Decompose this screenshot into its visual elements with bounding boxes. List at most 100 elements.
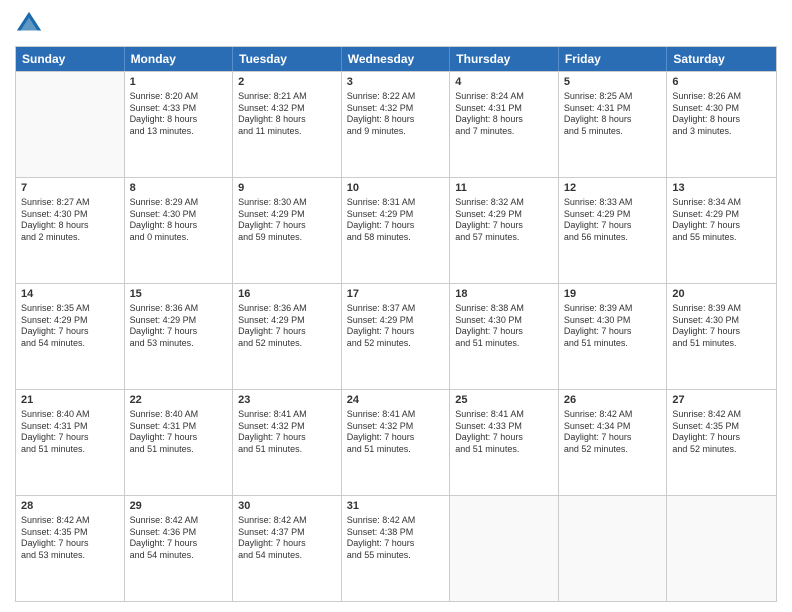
header-day-friday: Friday bbox=[559, 47, 668, 71]
cell-line: Sunrise: 8:42 AM bbox=[347, 515, 445, 527]
cell-line: Sunset: 4:32 PM bbox=[238, 103, 336, 115]
cell-line: Daylight: 7 hours bbox=[238, 432, 336, 444]
cell-line: Daylight: 7 hours bbox=[238, 326, 336, 338]
cell-line: Sunset: 4:29 PM bbox=[21, 315, 119, 327]
cell-line: and 52 minutes. bbox=[672, 444, 771, 456]
cell-line: and 11 minutes. bbox=[238, 126, 336, 138]
cell-line: Sunset: 4:29 PM bbox=[564, 209, 662, 221]
cell-line: Daylight: 7 hours bbox=[455, 432, 553, 444]
day-number: 8 bbox=[130, 181, 228, 196]
cell-line: Sunset: 4:30 PM bbox=[130, 209, 228, 221]
calendar-day-11: 11Sunrise: 8:32 AMSunset: 4:29 PMDayligh… bbox=[450, 178, 559, 283]
calendar-week-2: 7Sunrise: 8:27 AMSunset: 4:30 PMDaylight… bbox=[16, 177, 776, 283]
cell-line: Sunset: 4:30 PM bbox=[455, 315, 553, 327]
cell-line: Sunrise: 8:39 AM bbox=[564, 303, 662, 315]
cell-line: Sunrise: 8:37 AM bbox=[347, 303, 445, 315]
cell-line: and 51 minutes. bbox=[347, 444, 445, 456]
cell-line: Sunrise: 8:21 AM bbox=[238, 91, 336, 103]
cell-line: and 58 minutes. bbox=[347, 232, 445, 244]
cell-line: Daylight: 7 hours bbox=[130, 538, 228, 550]
cell-line: Sunrise: 8:29 AM bbox=[130, 197, 228, 209]
logo-icon bbox=[15, 10, 43, 38]
calendar-day-30: 30Sunrise: 8:42 AMSunset: 4:37 PMDayligh… bbox=[233, 496, 342, 601]
cell-line: Sunrise: 8:36 AM bbox=[238, 303, 336, 315]
cell-line: and 52 minutes. bbox=[238, 338, 336, 350]
day-number: 30 bbox=[238, 499, 336, 514]
calendar-day-6: 6Sunrise: 8:26 AMSunset: 4:30 PMDaylight… bbox=[667, 72, 776, 177]
cell-line: and 54 minutes. bbox=[130, 550, 228, 562]
cell-line: Sunrise: 8:42 AM bbox=[564, 409, 662, 421]
day-number: 21 bbox=[21, 393, 119, 408]
cell-line: and 51 minutes. bbox=[21, 444, 119, 456]
calendar-day-7: 7Sunrise: 8:27 AMSunset: 4:30 PMDaylight… bbox=[16, 178, 125, 283]
header-day-saturday: Saturday bbox=[667, 47, 776, 71]
calendar-day-29: 29Sunrise: 8:42 AMSunset: 4:36 PMDayligh… bbox=[125, 496, 234, 601]
cell-line: and 56 minutes. bbox=[564, 232, 662, 244]
cell-line: Sunrise: 8:39 AM bbox=[672, 303, 771, 315]
cell-line: Sunset: 4:29 PM bbox=[455, 209, 553, 221]
cell-line: Daylight: 8 hours bbox=[347, 114, 445, 126]
cell-line: Sunrise: 8:27 AM bbox=[21, 197, 119, 209]
calendar-day-24: 24Sunrise: 8:41 AMSunset: 4:32 PMDayligh… bbox=[342, 390, 451, 495]
day-number: 20 bbox=[672, 287, 771, 302]
day-number: 2 bbox=[238, 75, 336, 90]
calendar: SundayMondayTuesdayWednesdayThursdayFrid… bbox=[15, 46, 777, 602]
calendar-day-21: 21Sunrise: 8:40 AMSunset: 4:31 PMDayligh… bbox=[16, 390, 125, 495]
calendar-day-27: 27Sunrise: 8:42 AMSunset: 4:35 PMDayligh… bbox=[667, 390, 776, 495]
cell-line: Sunset: 4:35 PM bbox=[672, 421, 771, 433]
cell-line: Daylight: 7 hours bbox=[21, 326, 119, 338]
day-number: 9 bbox=[238, 181, 336, 196]
calendar-day-3: 3Sunrise: 8:22 AMSunset: 4:32 PMDaylight… bbox=[342, 72, 451, 177]
calendar-empty-cell bbox=[667, 496, 776, 601]
cell-line: Sunset: 4:34 PM bbox=[564, 421, 662, 433]
calendar-day-4: 4Sunrise: 8:24 AMSunset: 4:31 PMDaylight… bbox=[450, 72, 559, 177]
cell-line: Daylight: 7 hours bbox=[130, 432, 228, 444]
day-number: 6 bbox=[672, 75, 771, 90]
calendar-day-26: 26Sunrise: 8:42 AMSunset: 4:34 PMDayligh… bbox=[559, 390, 668, 495]
cell-line: Daylight: 7 hours bbox=[564, 220, 662, 232]
cell-line: Sunset: 4:31 PM bbox=[130, 421, 228, 433]
cell-line: and 57 minutes. bbox=[455, 232, 553, 244]
cell-line: Sunrise: 8:42 AM bbox=[21, 515, 119, 527]
cell-line: Daylight: 7 hours bbox=[564, 432, 662, 444]
cell-line: and 5 minutes. bbox=[564, 126, 662, 138]
cell-line: Sunrise: 8:20 AM bbox=[130, 91, 228, 103]
cell-line: Daylight: 8 hours bbox=[130, 114, 228, 126]
calendar-empty-cell bbox=[559, 496, 668, 601]
cell-line: and 51 minutes. bbox=[238, 444, 336, 456]
header-day-tuesday: Tuesday bbox=[233, 47, 342, 71]
cell-line: Sunrise: 8:22 AM bbox=[347, 91, 445, 103]
cell-line: and 13 minutes. bbox=[130, 126, 228, 138]
day-number: 31 bbox=[347, 499, 445, 514]
cell-line: Sunrise: 8:41 AM bbox=[238, 409, 336, 421]
cell-line: Sunrise: 8:25 AM bbox=[564, 91, 662, 103]
cell-line: Sunrise: 8:42 AM bbox=[130, 515, 228, 527]
calendar-empty-cell bbox=[450, 496, 559, 601]
cell-line: Sunrise: 8:41 AM bbox=[455, 409, 553, 421]
cell-line: Daylight: 7 hours bbox=[347, 326, 445, 338]
cell-line: and 54 minutes. bbox=[238, 550, 336, 562]
day-number: 4 bbox=[455, 75, 553, 90]
cell-line: Sunset: 4:29 PM bbox=[347, 315, 445, 327]
calendar-day-15: 15Sunrise: 8:36 AMSunset: 4:29 PMDayligh… bbox=[125, 284, 234, 389]
calendar-day-23: 23Sunrise: 8:41 AMSunset: 4:32 PMDayligh… bbox=[233, 390, 342, 495]
calendar-day-28: 28Sunrise: 8:42 AMSunset: 4:35 PMDayligh… bbox=[16, 496, 125, 601]
day-number: 16 bbox=[238, 287, 336, 302]
cell-line: and 52 minutes. bbox=[347, 338, 445, 350]
cell-line: and 51 minutes. bbox=[672, 338, 771, 350]
header-day-wednesday: Wednesday bbox=[342, 47, 451, 71]
calendar-day-2: 2Sunrise: 8:21 AMSunset: 4:32 PMDaylight… bbox=[233, 72, 342, 177]
calendar-day-12: 12Sunrise: 8:33 AMSunset: 4:29 PMDayligh… bbox=[559, 178, 668, 283]
cell-line: Sunrise: 8:30 AM bbox=[238, 197, 336, 209]
calendar-week-3: 14Sunrise: 8:35 AMSunset: 4:29 PMDayligh… bbox=[16, 283, 776, 389]
header-day-monday: Monday bbox=[125, 47, 234, 71]
cell-line: Sunrise: 8:40 AM bbox=[130, 409, 228, 421]
cell-line: Sunset: 4:29 PM bbox=[347, 209, 445, 221]
calendar-day-14: 14Sunrise: 8:35 AMSunset: 4:29 PMDayligh… bbox=[16, 284, 125, 389]
cell-line: Daylight: 7 hours bbox=[347, 220, 445, 232]
day-number: 18 bbox=[455, 287, 553, 302]
day-number: 26 bbox=[564, 393, 662, 408]
day-number: 25 bbox=[455, 393, 553, 408]
cell-line: and 51 minutes. bbox=[455, 338, 553, 350]
cell-line: Sunset: 4:31 PM bbox=[21, 421, 119, 433]
